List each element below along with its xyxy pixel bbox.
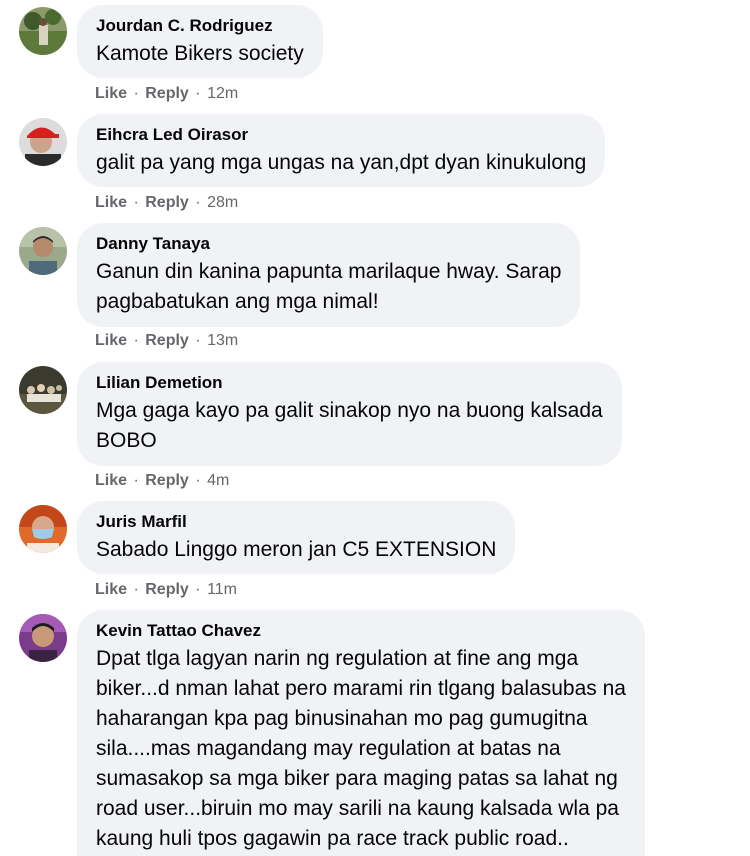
reply-button[interactable]: Reply	[145, 332, 189, 349]
comment-actions: Like · Reply · 11m	[95, 580, 237, 600]
comment-timestamp[interactable]: 12m	[207, 85, 238, 102]
comment-bubble: Danny Tanaya Ganun din kanina papunta ma…	[77, 223, 581, 327]
separator-dot: ·	[195, 332, 201, 349]
separator-dot: ·	[133, 581, 139, 598]
purple-person-avatar[interactable]	[19, 614, 67, 662]
comment-bubble: Kevin Tattao Chavez Dpat tlga lagyan nar…	[77, 610, 645, 856]
comment-author[interactable]: Jourdan C. Rodriguez	[96, 15, 304, 37]
separator-dot: ·	[133, 85, 139, 102]
separator-dot: ·	[133, 472, 139, 489]
avatar-image	[19, 118, 67, 166]
person-photo-avatar[interactable]	[19, 227, 67, 275]
comment-actions: Like · Reply · 4m	[95, 471, 229, 491]
group-photo-avatar[interactable]	[19, 366, 67, 414]
red-cap-person-avatar[interactable]	[19, 118, 67, 166]
reply-button[interactable]: Reply	[145, 581, 189, 598]
comment-bubble: Eihcra Led Oirasor galit pa yang mga ung…	[77, 114, 606, 187]
comment-timestamp[interactable]: 4m	[207, 472, 229, 489]
comment-actions: Like · Reply · 13m	[95, 331, 238, 351]
comment-actions: Like · Reply · 12m	[95, 84, 238, 104]
comment-text: Ganun din kanina papunta marilaque hway.…	[96, 260, 562, 313]
comment-timestamp[interactable]: 11m	[207, 581, 237, 598]
like-button[interactable]: Like	[95, 472, 127, 489]
separator-dot: ·	[195, 472, 201, 489]
separator-dot: ·	[195, 581, 201, 598]
comment-timestamp[interactable]: 13m	[207, 332, 238, 349]
reply-button[interactable]: Reply	[145, 85, 189, 102]
masked-person-avatar[interactable]	[19, 505, 67, 553]
separator-dot: ·	[195, 194, 201, 211]
comment-text: Mga gaga kayo pa galit sinakop nyo na bu…	[96, 399, 603, 452]
like-button[interactable]: Like	[95, 581, 127, 598]
comment-author[interactable]: Juris Marfil	[96, 511, 496, 533]
avatar-image	[19, 505, 67, 553]
comment-text: galit pa yang mga ungas na yan,dpt dyan …	[96, 151, 587, 174]
reply-button[interactable]: Reply	[145, 472, 189, 489]
comment-author[interactable]: Eihcra Led Oirasor	[96, 124, 586, 146]
separator-dot: ·	[133, 332, 139, 349]
comment-timestamp[interactable]: 28m	[207, 194, 238, 211]
comment-author[interactable]: Lilian Demetion	[96, 372, 603, 394]
comment-text: Kamote Bikers society	[96, 42, 304, 65]
like-button[interactable]: Like	[95, 194, 127, 211]
reply-button[interactable]: Reply	[145, 194, 189, 211]
comment-bubble: Juris Marfil Sabado Linggo meron jan C5 …	[77, 501, 516, 574]
avatar-image	[19, 7, 67, 55]
comment-text: Sabado Linggo meron jan C5 EXTENSION	[96, 538, 497, 561]
avatar-image	[19, 614, 67, 662]
comment-bubble: Lilian Demetion Mga gaga kayo pa galit s…	[77, 362, 622, 466]
comment-author[interactable]: Kevin Tattao Chavez	[96, 620, 626, 642]
avatar-image	[19, 227, 67, 275]
separator-dot: ·	[133, 194, 139, 211]
avatar-image	[19, 366, 67, 414]
comment-bubble: Jourdan C. Rodriguez Kamote Bikers socie…	[77, 5, 323, 78]
comment-actions: Like · Reply · 28m	[95, 193, 238, 213]
like-button[interactable]: Like	[95, 85, 127, 102]
outdoor-photo-avatar[interactable]	[19, 7, 67, 55]
comment-text: Dpat tlga lagyan narin ng regulation at …	[96, 647, 626, 850]
separator-dot: ·	[195, 85, 201, 102]
like-button[interactable]: Like	[95, 332, 127, 349]
comment-author[interactable]: Danny Tanaya	[96, 233, 561, 255]
